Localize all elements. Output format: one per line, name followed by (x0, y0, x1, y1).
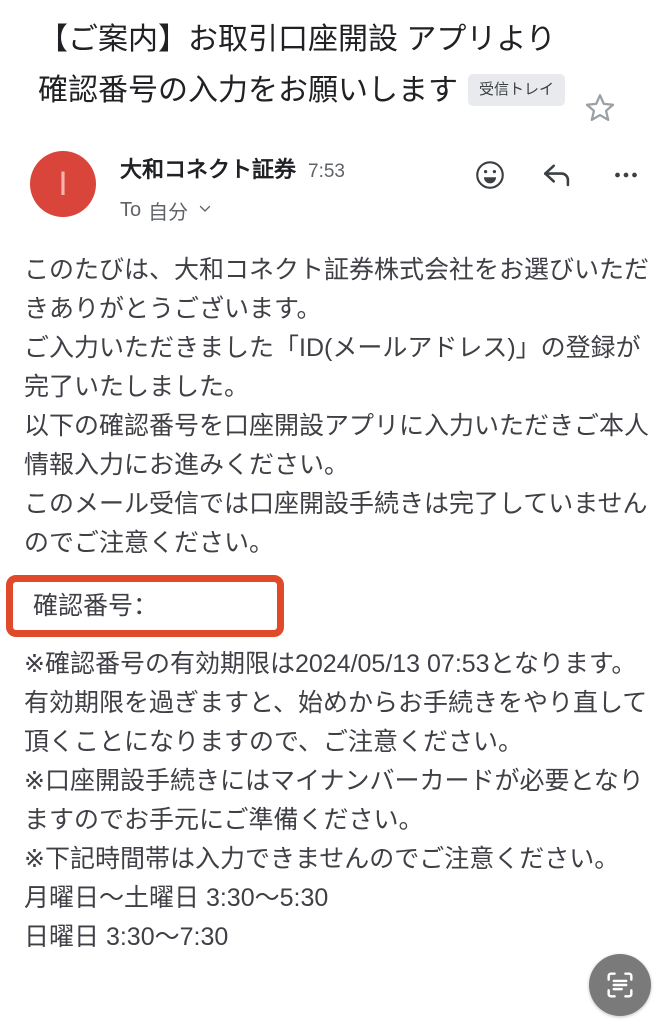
reply-button[interactable] (541, 158, 575, 192)
sender-name[interactable]: 大和コネクト証券 (120, 152, 296, 184)
emoji-react-button[interactable] (473, 158, 507, 192)
sent-time: 7:53 (308, 161, 345, 182)
scan-text-icon (603, 968, 637, 1002)
avatar-initial: I (58, 165, 68, 203)
body-paragraph: ※確認番号の有効期限は2024/05/13 07:53となります。 (24, 650, 637, 678)
body-paragraph: このメール受信では口座開設手続きは完了していませんのでご注意ください。 (24, 490, 648, 557)
chevron-down-icon[interactable] (196, 199, 214, 223)
sender-name-row: 大和コネクト証券 7:53 (120, 152, 473, 184)
body-paragraph: 日曜日 3:30〜7:30 (24, 923, 229, 951)
page-title: 【ご案内】お取引口座開設 アプリより確認番号の入力をお願いします 受信トレイ (38, 14, 578, 116)
reply-icon (541, 158, 575, 192)
label-chip-inbox[interactable]: 受信トレイ (468, 74, 566, 106)
star-outline-icon (583, 91, 617, 125)
confirmation-code-highlight: 確認番号： (6, 575, 653, 637)
recipient-name: 自分 (148, 202, 189, 224)
confirmation-code-box: 確認番号： (6, 575, 284, 637)
subject-header: 【ご案内】お取引口座開設 アプリより確認番号の入力をお願いします 受信トレイ (0, 0, 669, 130)
body-paragraph: 有効期限を過ぎますと、始めからお手続きをやり直して頂くことになりますので、ご注意… (24, 689, 648, 756)
more-options-icon (611, 160, 641, 190)
body-paragraph: ※下記時間帯は入力できませんのでご注意ください。 (24, 845, 620, 873)
sender-meta: 大和コネクト証券 7:53 To 自分 (96, 148, 473, 225)
body-paragraph: 以下の確認番号を口座開設アプリに入力いただきご本人情報入力にお進みください。 (24, 412, 650, 479)
message-body: このたびは、大和コネクト証券株式会社をお選びいただきありがとうございます。 ご入… (0, 225, 669, 957)
body-paragraph: 月曜日〜土曜日 3:30〜5:30 (24, 884, 329, 912)
confirmation-code-label: 確認番号： (33, 591, 159, 620)
scan-text-fab[interactable] (589, 954, 651, 1016)
sender-header: I 大和コネクト証券 7:53 To 自分 (0, 130, 669, 225)
message-actions (473, 148, 649, 192)
body-paragraph: このたびは、大和コネクト証券株式会社をお選びいただきありがとうございます。 (24, 256, 650, 323)
recipient-prefix: To (120, 199, 142, 221)
star-button[interactable] (578, 86, 622, 130)
recipient-row[interactable]: To 自分 (120, 196, 473, 225)
more-options-button[interactable] (609, 158, 643, 192)
emoji-react-icon (473, 158, 507, 192)
avatar[interactable]: I (30, 151, 96, 217)
body-paragraph: ご入力いただきました「ID(メールアドレス)」の登録が完了いたしました。 (24, 334, 641, 401)
body-paragraph: ※口座開設手続きにはマイナンバーカードが必要となりますのでお手元にご準備ください… (24, 767, 644, 834)
